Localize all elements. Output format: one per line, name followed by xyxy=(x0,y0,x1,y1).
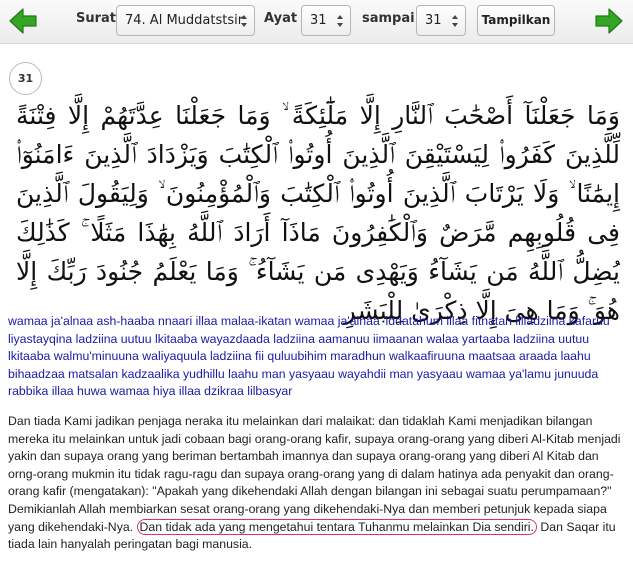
surat-select[interactable]: 74. Al Muddatstsir xyxy=(116,5,255,36)
sampai-label: sampai xyxy=(362,11,415,26)
sampai-select[interactable]: 31 xyxy=(416,5,466,36)
next-button[interactable] xyxy=(594,7,624,35)
surat-select-value: 74. Al Muddatstsir xyxy=(125,13,244,28)
arrow-left-icon xyxy=(9,8,37,34)
sampai-select-value: 31 xyxy=(425,13,442,28)
translation-before: Dan tiada Kami jadikan penjaga neraka it… xyxy=(8,414,621,534)
prev-button[interactable] xyxy=(8,7,38,35)
verse-number-badge: 31 xyxy=(9,62,42,95)
transliteration-text: wamaa ja'alnaa ash-haaba nnaari illaa ma… xyxy=(8,314,610,399)
select-arrows-icon xyxy=(337,15,343,27)
select-arrows-icon xyxy=(452,15,458,27)
select-arrows-icon xyxy=(241,15,247,27)
ayat-select[interactable]: 31 xyxy=(301,5,351,36)
toolbar: Surat 74. Al Muddatstsir Ayat 31 sampai … xyxy=(0,0,633,44)
translation-highlight: Dan tidak ada yang mengetahui tentara Tu… xyxy=(136,518,537,535)
translation-text: Dan tiada Kami jadikan penjaga neraka it… xyxy=(8,413,626,554)
arabic-text: وَمَا جَعَلْنَآ أَصْحَٰبَ ٱلنَّارِ إِلَّ… xyxy=(16,101,620,325)
tampilkan-button[interactable]: Tampilkan xyxy=(477,5,555,36)
ayat-select-value: 31 xyxy=(310,13,327,28)
surat-label: Surat xyxy=(76,11,117,26)
arrow-right-icon xyxy=(595,8,623,34)
ayat-label: Ayat xyxy=(264,11,298,26)
